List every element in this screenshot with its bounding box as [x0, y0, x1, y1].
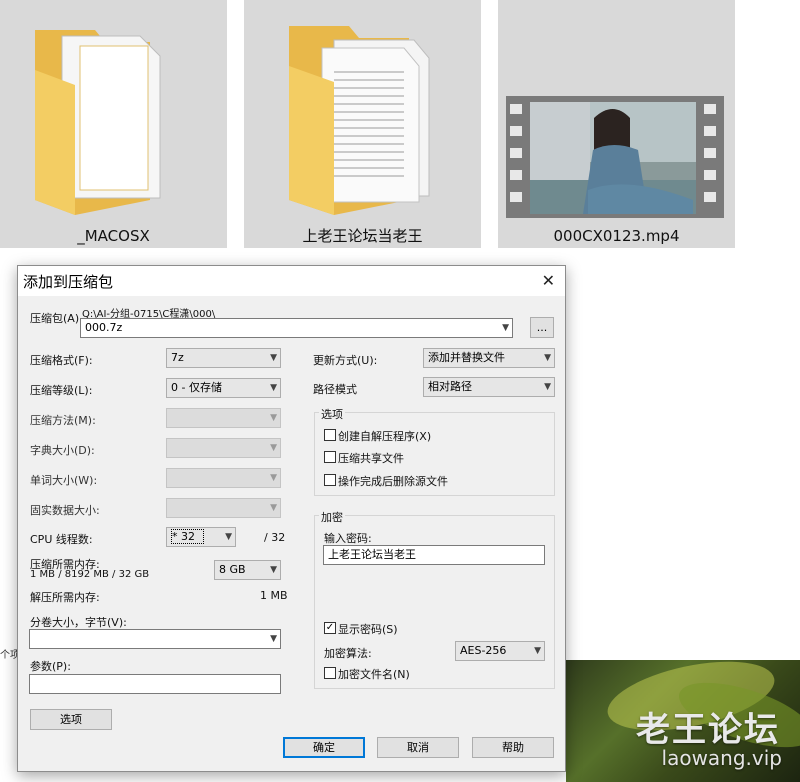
show-password-checkbox[interactable]: ✓ [324, 622, 336, 634]
chevron-down-icon: ▼ [544, 353, 551, 363]
level-value: 0 - 仅存储 [171, 381, 222, 394]
sfx-checkbox[interactable] [324, 429, 336, 441]
chevron-down-icon: ▼ [225, 532, 232, 542]
help-button[interactable]: 帮助 [472, 737, 554, 758]
update-select[interactable]: 添加并替换文件 ▼ [423, 348, 555, 368]
delete-label[interactable]: 操作完成后删除源文件 [338, 473, 448, 489]
chevron-down-icon: ▼ [270, 443, 277, 453]
encrypt-names-checkbox[interactable] [324, 667, 336, 679]
chevron-down-icon: ▼ [270, 634, 277, 644]
dialog-title: 添加到压缩包 [23, 273, 114, 291]
video-thumbnail-icon [506, 96, 724, 218]
options-button[interactable]: 选项 [30, 709, 112, 730]
folder-icon [35, 30, 161, 215]
background-photo: 老王论坛 laowang.vip [566, 660, 800, 782]
cancel-button[interactable]: 取消 [377, 737, 459, 758]
method-select[interactable]: ▼ [166, 408, 281, 428]
shared-label[interactable]: 压缩共享文件 [338, 450, 404, 466]
chevron-down-icon: ▼ [270, 473, 277, 483]
encryption-method-label: 加密算法: [324, 647, 372, 660]
word-select[interactable]: ▼ [166, 468, 281, 488]
show-password-label[interactable]: 显示密码(S) [338, 621, 398, 637]
explorer-item-folder[interactable]: 上老王论坛当老王 [244, 0, 481, 248]
shared-checkbox[interactable] [324, 451, 336, 463]
delete-checkbox[interactable] [324, 474, 336, 486]
chevron-down-icon: ▼ [534, 646, 541, 656]
dict-label: 字典大小(D): [30, 444, 95, 457]
archive-name-value: 000.7z [85, 321, 123, 334]
explorer-item-label: 000CX0123.mp4 [553, 227, 680, 245]
chevron-down-icon: ▼ [270, 413, 277, 423]
mem-decomp-label: 解压所需内存: [30, 591, 100, 604]
close-icon[interactable]: ✕ [542, 271, 555, 290]
chevron-down-icon: ▼ [270, 383, 277, 393]
volume-label: 分卷大小，字节(V): [30, 616, 127, 629]
mem-decomp-value: 1 MB [260, 589, 288, 602]
path-mode-select[interactable]: 相对路径 ▼ [423, 377, 555, 397]
format-label: 压缩格式(F): [30, 354, 93, 367]
params-label: 参数(P): [30, 660, 71, 673]
encryption-method-value: AES-256 [460, 644, 507, 657]
path-mode-value: 相对路径 [428, 380, 472, 393]
threads-value: * 32 [171, 529, 204, 544]
explorer-item-label: 上老王论坛当老王 [302, 227, 423, 245]
params-input[interactable] [29, 674, 281, 694]
format-select[interactable]: 7z ▼ [166, 348, 281, 368]
threads-label: CPU 线程数: [30, 533, 93, 546]
browse-button[interactable]: ... [530, 317, 554, 338]
threads-max: / 32 [264, 531, 286, 544]
dict-select[interactable]: ▼ [166, 438, 281, 458]
chevron-down-icon: ▼ [502, 323, 509, 333]
archive-label: 压缩包(A) [30, 312, 80, 325]
chevron-down-icon: ▼ [270, 565, 277, 575]
level-select[interactable]: 0 - 仅存储 ▼ [166, 378, 281, 398]
word-label: 单词大小(W): [30, 474, 98, 487]
ok-button[interactable]: 确定 [283, 737, 365, 758]
archive-name-input[interactable]: 000.7z ▼ [80, 318, 513, 338]
threads-select[interactable]: * 32 ▼ [166, 527, 236, 547]
mem-comp-select[interactable]: 8 GB ▼ [214, 560, 281, 580]
chevron-down-icon: ▼ [544, 382, 551, 392]
password-label: 输入密码: [324, 532, 372, 545]
add-to-archive-dialog: 添加到压缩包 ✕ 压缩包(A) Q:\AI-分组-0715\C程潇\000\ 0… [17, 265, 566, 772]
encryption-group-title: 加密 [319, 509, 345, 525]
update-label: 更新方式(U): [313, 354, 378, 367]
folder-icon [289, 26, 430, 215]
dialog-titlebar: 添加到压缩包 ✕ [18, 266, 565, 296]
watermark-url: laowang.vip [661, 746, 782, 770]
path-mode-label: 路径模式 [313, 383, 357, 396]
chevron-down-icon: ▼ [270, 353, 277, 363]
options-group-title: 选项 [319, 406, 345, 422]
mem-comp-value: 8 GB [219, 563, 246, 576]
explorer-item-label: _MACOSX [77, 227, 150, 245]
update-value: 添加并替换文件 [428, 351, 505, 364]
solid-label: 固实数据大小: [30, 504, 100, 517]
volume-input[interactable]: ▼ [29, 629, 281, 649]
format-value: 7z [171, 351, 184, 364]
solid-select[interactable]: ▼ [166, 498, 281, 518]
mem-comp-detail: 1 MB / 8192 MB / 32 GB [30, 569, 150, 580]
encrypt-names-label[interactable]: 加密文件名(N) [338, 666, 410, 682]
level-label: 压缩等级(L): [30, 384, 93, 397]
password-input[interactable]: 上老王论坛当老王 [323, 545, 545, 565]
encryption-method-select[interactable]: AES-256 ▼ [455, 641, 545, 661]
sfx-label[interactable]: 创建自解压程序(X) [338, 428, 431, 444]
chevron-down-icon: ▼ [270, 503, 277, 513]
watermark-text: 老王论坛 [636, 710, 780, 750]
method-label: 压缩方法(M): [30, 414, 96, 427]
explorer-item-macosx[interactable]: _MACOSX [0, 0, 227, 248]
explorer-item-video[interactable]: 000CX0123.mp4 [498, 0, 735, 248]
